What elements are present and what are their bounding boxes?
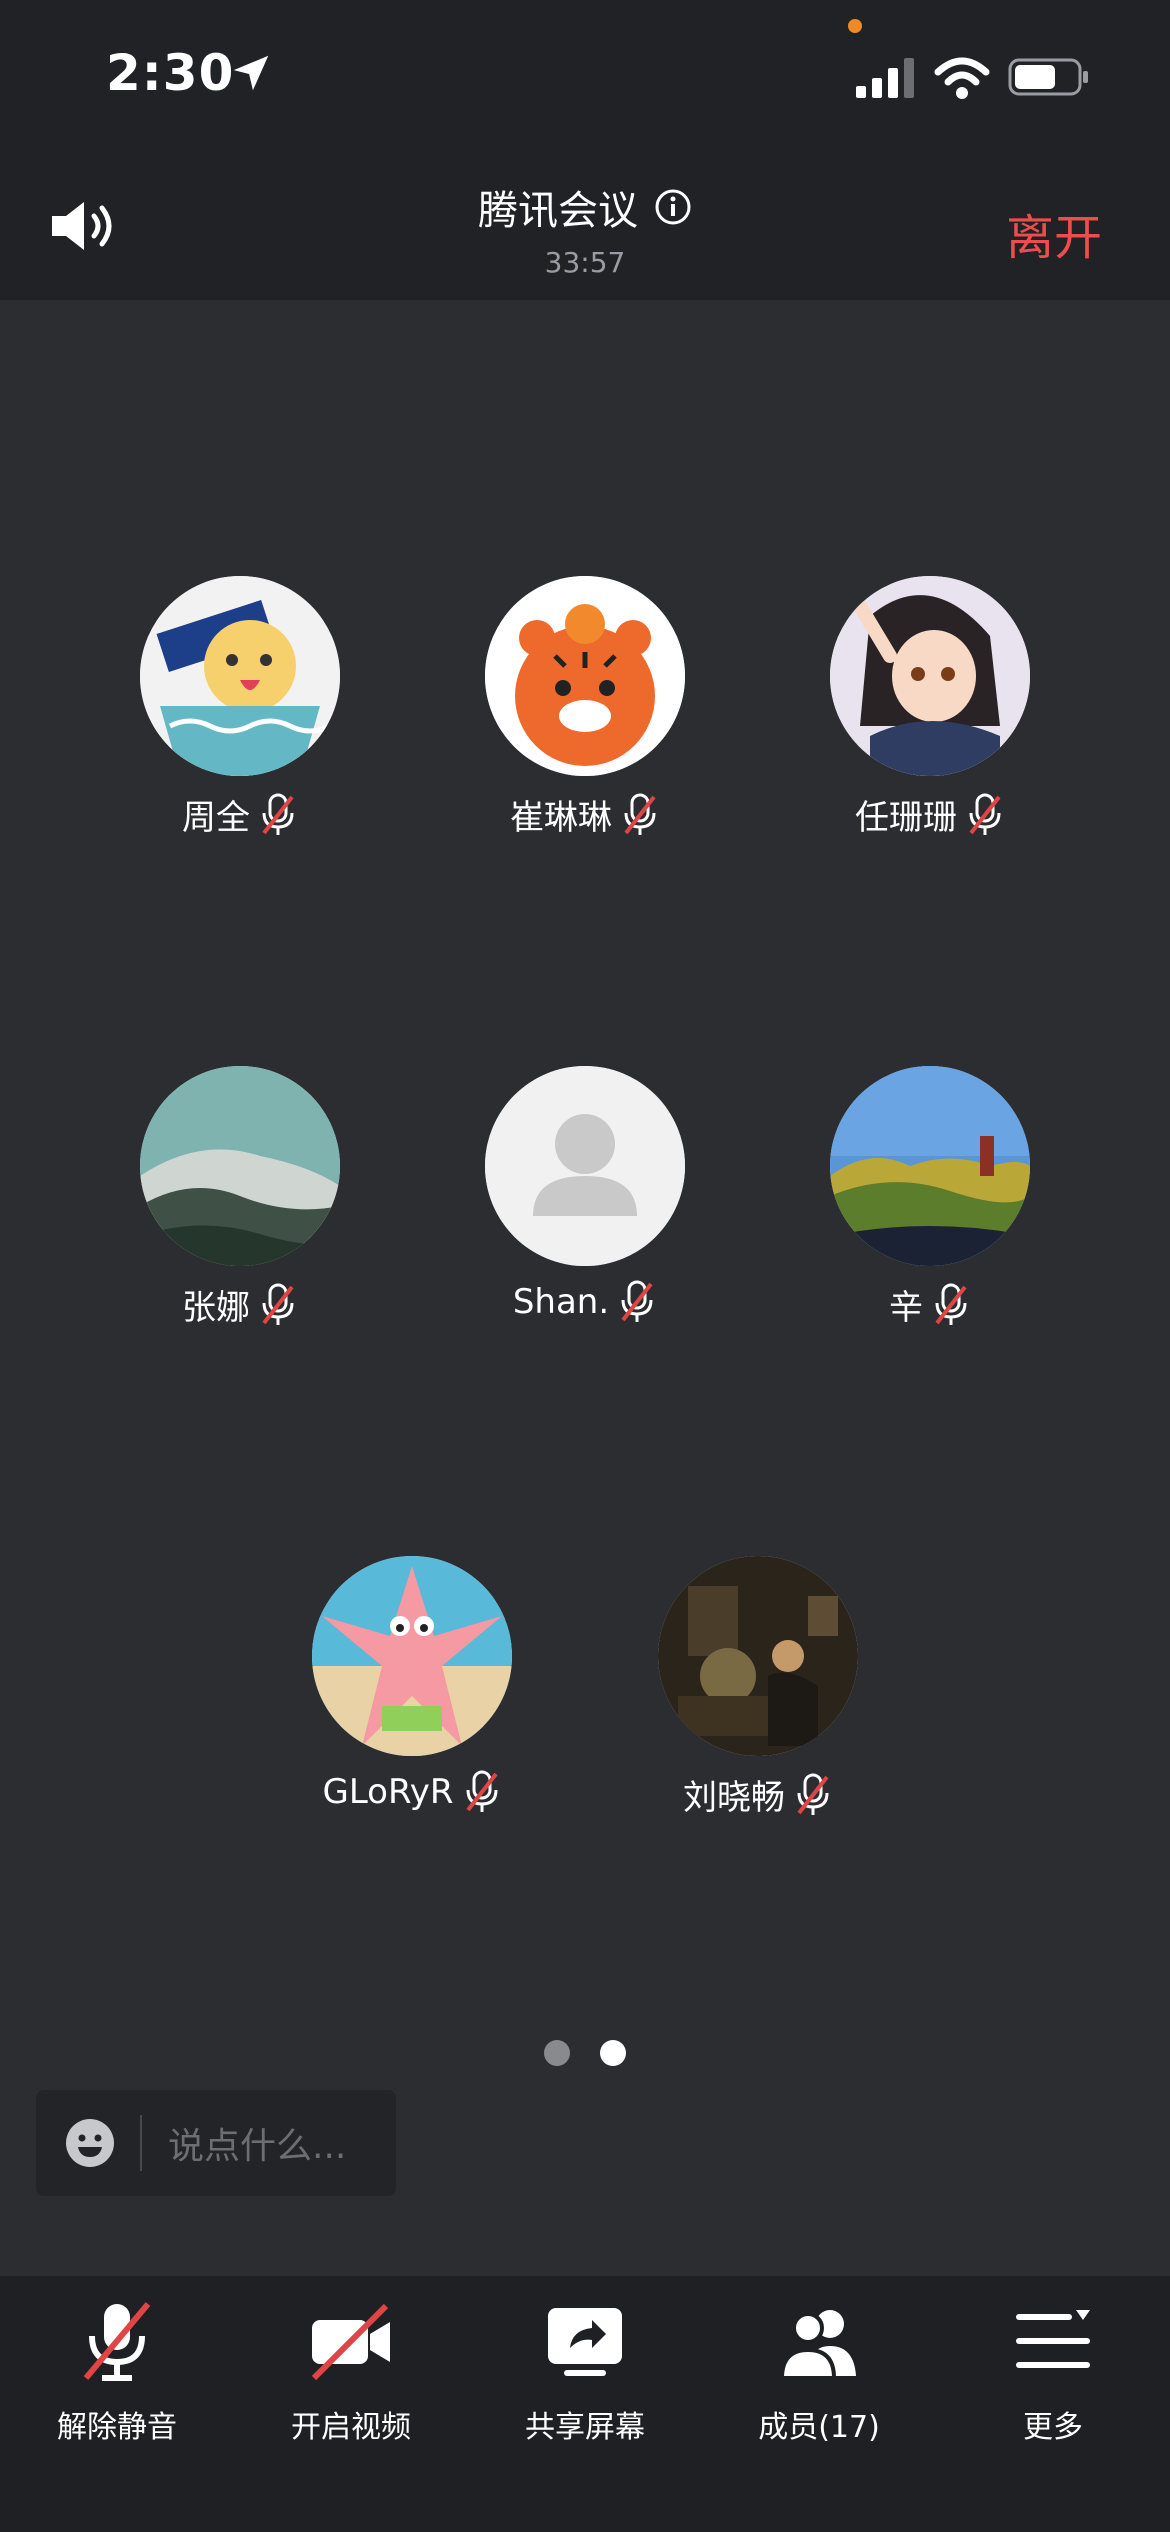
chat-divider bbox=[140, 2115, 142, 2171]
muted-mic-icon bbox=[465, 1770, 498, 1812]
participant-tile[interactable]: 辛 bbox=[780, 1066, 1080, 1329]
participant-name: 任珊珊 bbox=[855, 798, 957, 838]
participant-tile[interactable]: 刘晓畅 bbox=[608, 1556, 908, 1819]
unmute-label: 解除静音 bbox=[57, 2410, 177, 2445]
girl-illustration-avatar-icon bbox=[830, 576, 1030, 776]
avatar bbox=[140, 1066, 340, 1266]
avatar bbox=[830, 1066, 1030, 1266]
muted-mic-icon bbox=[797, 1773, 829, 1815]
meeting-title: 腾讯会议 bbox=[478, 188, 638, 234]
avatar bbox=[830, 576, 1030, 776]
participant-name: 刘晓畅 bbox=[683, 1778, 785, 1818]
muted-mic-icon bbox=[624, 793, 656, 835]
avatar bbox=[485, 1066, 685, 1266]
meeting-title-row: 腾讯会议 bbox=[0, 178, 1170, 236]
participant-tile[interactable]: GLoRyR bbox=[262, 1556, 562, 1814]
info-icon[interactable] bbox=[654, 188, 692, 226]
participant-name: 崔琳琳 bbox=[510, 798, 612, 838]
avatar bbox=[658, 1556, 858, 1756]
participant-tile[interactable]: 任珊珊 bbox=[780, 576, 1080, 839]
privacy-indicator-dot bbox=[848, 19, 862, 33]
muted-mic-icon bbox=[262, 793, 294, 835]
start-video-button[interactable]: 开启视频 bbox=[251, 2276, 451, 2532]
chat-input[interactable]: 说点什么... bbox=[168, 2117, 346, 2169]
tiger-avatar-icon bbox=[485, 576, 685, 776]
participant-name: 周全 bbox=[182, 798, 250, 838]
leave-button[interactable]: 离开 bbox=[1006, 198, 1102, 268]
status-time: 2:30 bbox=[106, 44, 235, 102]
chat-input-bar[interactable]: 说点什么... bbox=[36, 2090, 396, 2196]
members-icon bbox=[779, 2310, 856, 2380]
participant-tile[interactable]: Shan. bbox=[435, 1066, 735, 1324]
more-button[interactable]: 更多 bbox=[953, 2276, 1153, 2532]
participant-tile[interactable]: 崔琳琳 bbox=[435, 576, 735, 839]
muted-mic-icon bbox=[621, 1280, 653, 1322]
participant-tile[interactable]: 张娜 bbox=[90, 1066, 390, 1329]
members-button[interactable]: 成员(17) bbox=[719, 2276, 919, 2532]
top-bar: 2:30 腾讯会议 33:57 离开 bbox=[0, 0, 1170, 300]
participant-name: 张娜 bbox=[182, 1288, 250, 1328]
mic-muted-icon bbox=[83, 2302, 151, 2381]
page-dot-2[interactable] bbox=[600, 2040, 626, 2066]
emoji-icon[interactable] bbox=[64, 2117, 116, 2169]
participant-name: Shan. bbox=[512, 1282, 610, 1322]
mountain-avatar-icon bbox=[140, 1066, 340, 1266]
landscape-avatar-icon bbox=[830, 1066, 1030, 1266]
muted-mic-icon bbox=[935, 1283, 967, 1325]
participant-name: 辛 bbox=[889, 1288, 923, 1328]
start-video-label: 开启视频 bbox=[291, 2410, 411, 2445]
default-user-avatar-icon bbox=[485, 1066, 685, 1266]
battery-icon bbox=[1008, 58, 1088, 96]
participant-tile[interactable]: 周全 bbox=[90, 576, 390, 839]
bottom-toolbar: 解除静音 开启视频 共享屏幕 成员(17) 更多 bbox=[0, 2276, 1170, 2532]
painting-avatar-icon bbox=[658, 1556, 858, 1756]
avatar bbox=[312, 1556, 512, 1756]
page-dot-1[interactable] bbox=[544, 2040, 570, 2066]
location-arrow-icon bbox=[233, 55, 269, 91]
unmute-button[interactable]: 解除静音 bbox=[17, 2276, 217, 2532]
page-indicator bbox=[0, 2040, 1170, 2066]
more-label: 更多 bbox=[1023, 2410, 1083, 2445]
share-screen-button[interactable]: 共享屏幕 bbox=[485, 2276, 685, 2532]
meeting-timer: 33:57 bbox=[544, 246, 626, 279]
avatar bbox=[140, 576, 340, 776]
cellular-signal-icon bbox=[856, 58, 914, 98]
participant-name: GLoRyR bbox=[322, 1772, 454, 1812]
cat-avatar-icon bbox=[140, 576, 340, 776]
avatar bbox=[485, 576, 685, 776]
patrick-star-avatar-icon bbox=[312, 1556, 512, 1756]
video-off-icon bbox=[311, 2303, 390, 2381]
muted-mic-icon bbox=[969, 793, 1001, 835]
more-menu-icon bbox=[1016, 2310, 1090, 2368]
members-label: 成员(17) bbox=[758, 2410, 880, 2445]
wifi-icon bbox=[934, 57, 990, 99]
share-screen-label: 共享屏幕 bbox=[525, 2410, 645, 2445]
share-screen-icon bbox=[548, 2308, 622, 2376]
muted-mic-icon bbox=[262, 1283, 294, 1325]
